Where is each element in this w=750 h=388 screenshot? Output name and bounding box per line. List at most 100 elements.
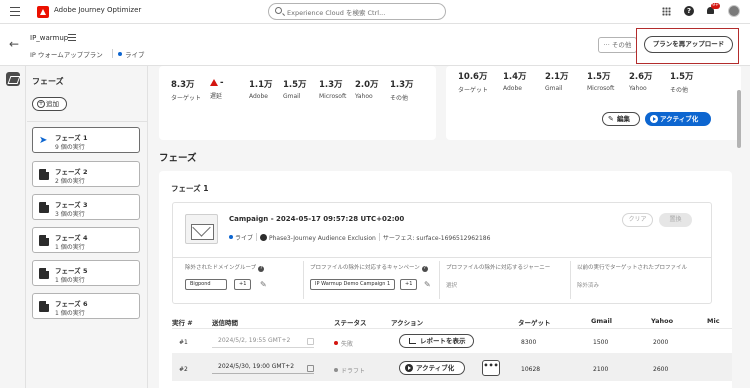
help-icon[interactable]: ? [421, 266, 428, 272]
send-time-field[interactable]: 2024/5/30, 19:00 GMT+2 [212, 361, 314, 374]
col-header-target: ターゲット [518, 319, 551, 327]
col-header-status: ステータス [334, 319, 367, 327]
stat-yahoo: 2.6万 Yahoo [629, 72, 653, 92]
view-report-button[interactable]: レポートを表示 [399, 334, 474, 348]
divider [303, 261, 304, 299]
status-label: ライブ [125, 51, 145, 59]
menu-icon[interactable] [10, 7, 20, 16]
warning-icon [210, 79, 218, 86]
sidebar-item-phase-5[interactable]: フェーズ 5 1 個の実行 [32, 260, 140, 286]
target-value: 8300 [521, 339, 537, 346]
section-title: フェーズ [159, 153, 197, 164]
col-header-send-time: 送信時間 [212, 319, 238, 327]
left-rail [0, 66, 26, 388]
activate-run-label: アクティブ化 [416, 364, 455, 372]
add-phase-button[interactable]: + 追加 [32, 97, 67, 111]
sidebar-item-phase-2[interactable]: フェーズ 2 2 個の実行 [32, 161, 140, 187]
stat-yahoo: 2.0万 Yahoo [355, 80, 379, 100]
help-icon[interactable]: ? [258, 266, 265, 272]
campaign-meta: ライブ Phase3-Journey Audience Exclusion サーフェ… [229, 233, 490, 242]
col-header-action: アクション [391, 319, 424, 327]
stat-other: 1.3万 その他 [390, 80, 414, 102]
replace-button[interactable]: 置換 [659, 213, 692, 227]
sidebar-item-phase-3[interactable]: フェーズ 3 3 個の実行 [32, 194, 140, 220]
adobe-logo-icon [37, 6, 49, 18]
previous-targets-value: 除外済み [577, 283, 600, 289]
status-dot [118, 52, 122, 56]
divider [378, 233, 380, 241]
yahoo-value: 2000 [653, 339, 669, 346]
sidebar-item-phase-4[interactable]: フェーズ 4 1 個の実行 [32, 227, 140, 253]
layers-icon[interactable] [6, 72, 20, 86]
col-header-gmail: Gmail [591, 317, 612, 325]
search-icon [275, 7, 282, 14]
clear-button[interactable]: クリア [622, 213, 653, 227]
gmail-value: 2100 [593, 366, 609, 373]
phase-name: フェーズ 5 [55, 267, 88, 275]
status-dot [334, 368, 338, 372]
previous-targets-label: 以前の実行でターゲットされたプロファイル [577, 265, 688, 271]
help-icon[interactable]: ? [684, 6, 694, 16]
sidebar-item-phase-6[interactable]: フェーズ 6 1 個の実行 [32, 293, 140, 319]
activate-button[interactable]: アクティブ化 [645, 112, 711, 126]
run-number: #2 [179, 366, 188, 373]
add-label: 追加 [46, 100, 59, 108]
stat-target: 8.3万 ターゲット [171, 80, 202, 102]
activate-run-button[interactable]: アクティブ化 [399, 361, 465, 375]
sidebar-item-phase-1[interactable]: ➤ フェーズ 1 9 個の実行 [32, 127, 140, 153]
apps-grid-icon[interactable] [662, 7, 671, 16]
top-bar: Adobe Journey Optimizer Experience Cloud… [0, 0, 750, 24]
phase-name: フェーズ 1 [55, 134, 88, 142]
reupload-plan-button[interactable]: プランを再アップロード [644, 36, 733, 53]
col-header-run: 実行 # [172, 319, 193, 327]
back-arrow-icon[interactable]: ← [9, 38, 19, 50]
campaign-title: Campaign - 2024-05-17 09:57:28 UTC+02:00 [229, 215, 405, 223]
excluded-domains-label: 除外されたドメイングループ? [185, 265, 265, 272]
divider [439, 261, 440, 299]
phase-runs: 1 個の実行 [55, 310, 85, 317]
stat-gmail: 2.1万 Gmail [545, 72, 569, 92]
more-icon: ··· [603, 41, 612, 49]
view-report-label: レポートを表示 [420, 337, 466, 345]
campaign-status: ライブ [235, 235, 254, 242]
stat-target: 10.6万 ターゲット [458, 72, 489, 94]
divider [172, 328, 732, 329]
gmail-value: 1500 [593, 339, 609, 346]
scrollbar-thumb[interactable] [737, 90, 741, 148]
stat-microsoft: 1.3万 Microsoft [319, 80, 347, 100]
surface-label: サーフェス: surface-1696512962186 [382, 235, 491, 242]
phase-runs: 2 個の実行 [55, 178, 85, 185]
divider [173, 257, 711, 258]
status-dot [334, 341, 338, 345]
phase-title: フェーズ 1 [171, 184, 209, 193]
search-input[interactable]: Experience Cloud を検索 Ctrl... [268, 3, 446, 20]
journey-select[interactable]: 選択 [446, 281, 457, 289]
run-status: 失敗 [334, 339, 353, 348]
target-value: 10628 [521, 366, 541, 373]
notification-badge: 9+ [711, 3, 720, 9]
properties-icon[interactable] [68, 34, 76, 41]
domain-count-tag[interactable]: +1 [234, 279, 252, 290]
calendar-icon[interactable] [307, 365, 314, 372]
journey-name: Phase3-Journey Audience Exclusion [269, 235, 376, 242]
phase-runs: 9 個の実行 [55, 144, 85, 151]
play-icon [405, 364, 413, 372]
send-time-field: 2024/5/2, 19:55 GMT+2 [212, 335, 314, 348]
stat-other: 1.5万 その他 [670, 72, 694, 94]
summary-card-plan: 10.6万 ターゲット 1.4万 Adobe 2.1万 Gmail 1.5万 Micro… [446, 66, 741, 140]
page-subtitle: IP ウォームアッププラン [30, 51, 103, 59]
document-icon [39, 202, 49, 213]
edit-icon[interactable]: ✎ [260, 280, 267, 289]
excluded-journeys-label: プロファイルの除外に対応するジャーニー [446, 265, 551, 271]
phase-runs: 1 個の実行 [55, 244, 85, 251]
campaign-count-tag[interactable]: +1 [400, 279, 418, 290]
excluded-campaigns-label: プロファイルの除外に対応するキャンペーン? [310, 265, 428, 272]
more-actions-button[interactable]: ••• [482, 360, 500, 376]
stat-adobe: 1.1万 Adobe [249, 80, 273, 100]
plus-icon: + [37, 100, 45, 108]
avatar[interactable] [728, 5, 740, 17]
edit-button[interactable]: 編集 [602, 112, 640, 126]
app-title: Adobe Journey Optimizer [54, 6, 142, 14]
edit-icon[interactable]: ✎ [424, 280, 431, 289]
more-button[interactable]: ··· その他 [598, 37, 637, 53]
